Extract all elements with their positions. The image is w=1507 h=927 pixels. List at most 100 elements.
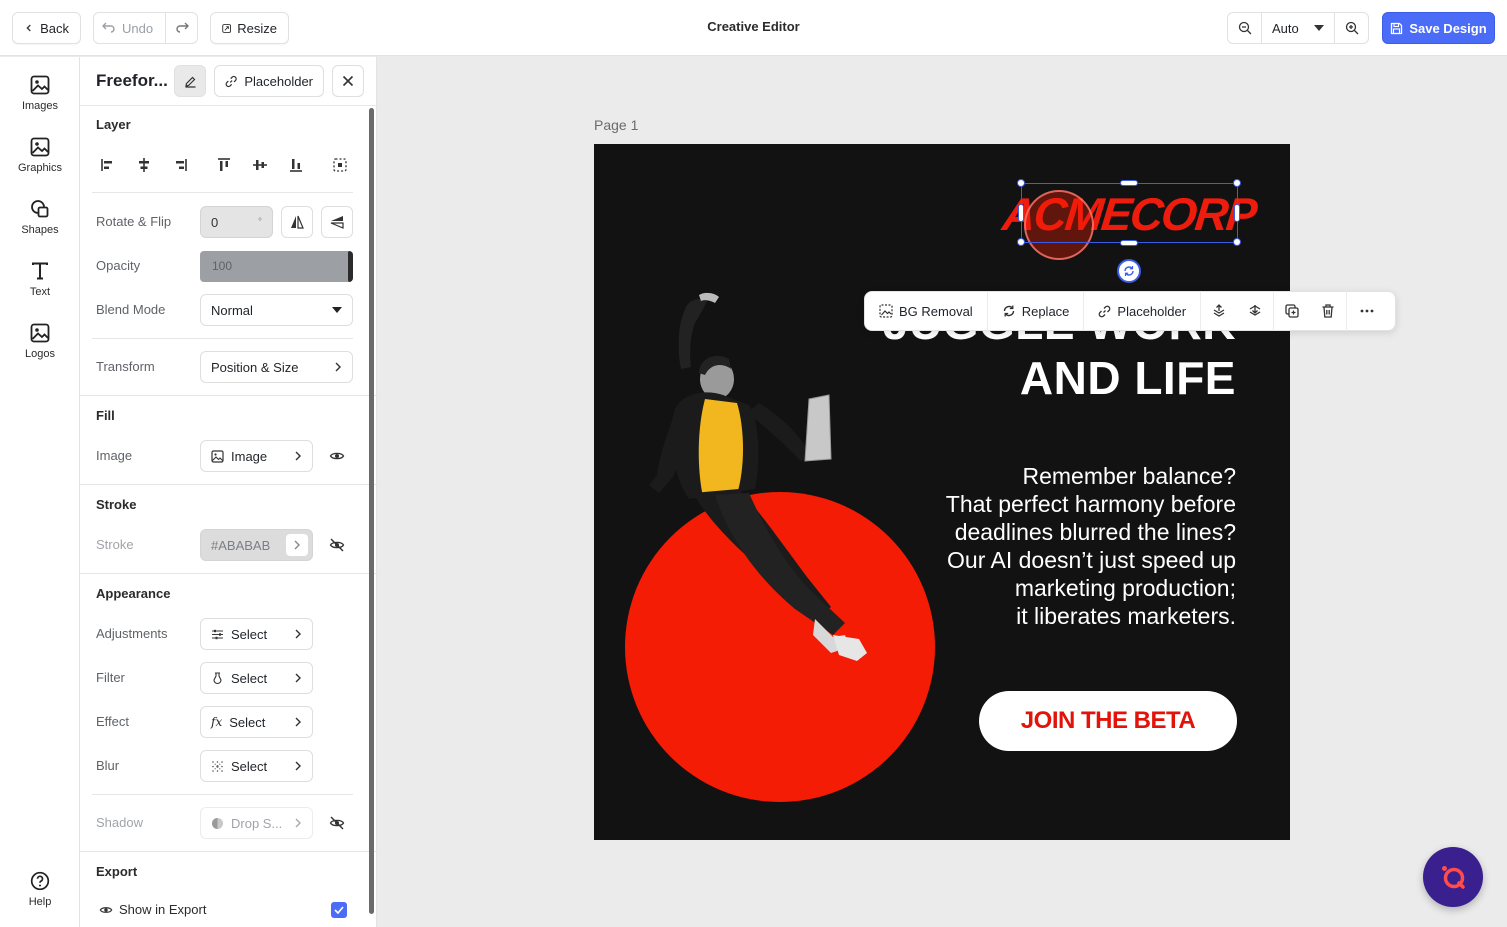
resize-handle-top[interactable] [1120, 180, 1138, 186]
rotate-input[interactable]: 0 ° [200, 206, 273, 238]
headline-line-2[interactable]: AND LIFE [1020, 351, 1236, 405]
person-image[interactable] [619, 289, 899, 699]
resize-button[interactable]: Resize [210, 12, 289, 44]
chevron-right-icon [295, 717, 301, 727]
zoom-control: Auto [1227, 12, 1369, 44]
zoom-select[interactable]: Auto [1261, 13, 1335, 43]
align-to-page-button[interactable] [331, 156, 349, 174]
stroke-visibility-toggle[interactable] [329, 537, 345, 556]
zoom-in-button[interactable] [1335, 13, 1368, 43]
opacity-slider-handle[interactable] [348, 251, 353, 282]
assistant-logo-icon [1442, 866, 1465, 889]
resize-handle-bottom[interactable] [1120, 240, 1138, 246]
transform-value: Position & Size [211, 359, 299, 375]
stroke-color-button[interactable]: #ABABAB [200, 529, 313, 561]
back-button[interactable]: Back [12, 12, 81, 44]
shadow-label: Shadow [96, 815, 143, 830]
resize-handle-left[interactable] [1018, 204, 1024, 222]
rail-label-logos: Logos [25, 348, 55, 360]
rotate-handle[interactable] [1117, 259, 1141, 283]
image-icon [30, 75, 50, 95]
rail-item-text[interactable]: Text [0, 261, 80, 298]
fx-icon: fx [211, 715, 223, 729]
bring-forward-button[interactable] [1201, 291, 1237, 331]
rail-item-help[interactable]: Help [0, 871, 80, 908]
replace-button[interactable]: Replace [988, 291, 1085, 331]
duplicate-button[interactable] [1274, 291, 1310, 331]
more-options-button[interactable] [1347, 291, 1387, 331]
redo-button[interactable] [166, 13, 197, 43]
shapes-icon [31, 200, 49, 218]
show-in-export-checkbox[interactable] [331, 902, 347, 918]
select-area-icon [333, 158, 347, 172]
chevron-right-icon [295, 451, 301, 461]
rail-item-logos[interactable]: Logos [0, 323, 80, 360]
resize-handle-br[interactable] [1233, 238, 1241, 246]
shadow-icon [212, 817, 223, 829]
flip-horizontal-button[interactable] [281, 206, 313, 238]
divider [92, 338, 353, 339]
body-copy[interactable]: Remember balance? That perfect harmony b… [876, 462, 1236, 630]
rail-item-shapes[interactable]: Shapes [0, 199, 80, 236]
align-top-button[interactable] [215, 156, 233, 174]
cursor-indicator [1024, 190, 1094, 260]
divider [80, 851, 377, 852]
shadow-visibility-toggle[interactable] [329, 815, 345, 834]
chevron-left-icon [26, 24, 31, 32]
resize-handle-bl[interactable] [1017, 238, 1025, 246]
placeholder-toolbar-button[interactable]: Placeholder [1084, 291, 1202, 331]
shadow-select[interactable]: Drop S... [200, 807, 313, 839]
assistant-button[interactable] [1423, 847, 1483, 907]
align-middle-button[interactable] [251, 156, 269, 174]
effect-select[interactable]: fx Select [200, 706, 313, 738]
align-right-button[interactable] [171, 156, 189, 174]
placeholder-button[interactable]: Placeholder [214, 65, 324, 97]
placeholder-label: Placeholder [244, 73, 313, 89]
blur-select[interactable]: Select [200, 750, 313, 782]
align-center-h-button[interactable] [135, 156, 153, 174]
panel-scrollbar[interactable] [369, 108, 374, 914]
duplicate-icon [1285, 304, 1299, 318]
rail-item-images[interactable]: Images [0, 75, 80, 112]
replace-label: Replace [1021, 303, 1070, 319]
cta-join-beta[interactable]: JOIN THE BETA [979, 691, 1237, 751]
image-icon [30, 323, 50, 343]
rename-button[interactable] [174, 65, 206, 97]
send-backward-button[interactable] [1237, 291, 1273, 331]
align-bottom-button[interactable] [287, 156, 305, 174]
align-left-button[interactable] [99, 156, 117, 174]
flip-vertical-icon [330, 216, 344, 229]
bring-forward-icon [1213, 304, 1225, 317]
filter-select[interactable]: Select [200, 662, 313, 694]
save-label: Save Design [1409, 20, 1487, 36]
bg-removal-button[interactable]: BG Removal [865, 291, 988, 331]
effect-label: Effect [96, 714, 130, 729]
stroke-expand[interactable] [286, 534, 308, 556]
properties-panel [80, 57, 377, 927]
adjustments-select[interactable]: Select [200, 618, 313, 650]
rail-item-graphics[interactable]: Graphics [0, 137, 80, 174]
artboard[interactable]: ACMECORP JUGGLE WORK AND LIFE Remember b… [594, 144, 1290, 840]
resize-icon [222, 23, 232, 33]
blur-value: Select [231, 758, 268, 774]
fill-visibility-toggle[interactable] [329, 448, 345, 467]
stroke-label: Stroke [96, 537, 134, 552]
close-panel-button[interactable] [332, 65, 364, 97]
fill-image-button[interactable]: Image [200, 440, 313, 472]
opacity-slider[interactable]: 100 [200, 251, 353, 282]
send-backward-icon [1249, 305, 1261, 316]
resize-handle-tl[interactable] [1017, 179, 1025, 187]
resize-handle-right[interactable] [1234, 204, 1240, 222]
opacity-label: Opacity [96, 258, 141, 273]
flip-vertical-button[interactable] [321, 206, 353, 238]
delete-button[interactable] [1310, 291, 1346, 331]
bg-removal-label: BG Removal [899, 303, 973, 319]
resize-label: Resize [237, 20, 277, 36]
align-bottom-icon [290, 159, 302, 172]
undo-button[interactable]: Undo [94, 13, 166, 43]
resize-handle-tr[interactable] [1233, 179, 1241, 187]
zoom-out-button[interactable] [1228, 13, 1261, 43]
transform-button[interactable]: Position & Size [200, 351, 353, 383]
save-design-button[interactable]: Save Design [1382, 12, 1495, 44]
blend-mode-select[interactable]: Normal [200, 294, 353, 326]
